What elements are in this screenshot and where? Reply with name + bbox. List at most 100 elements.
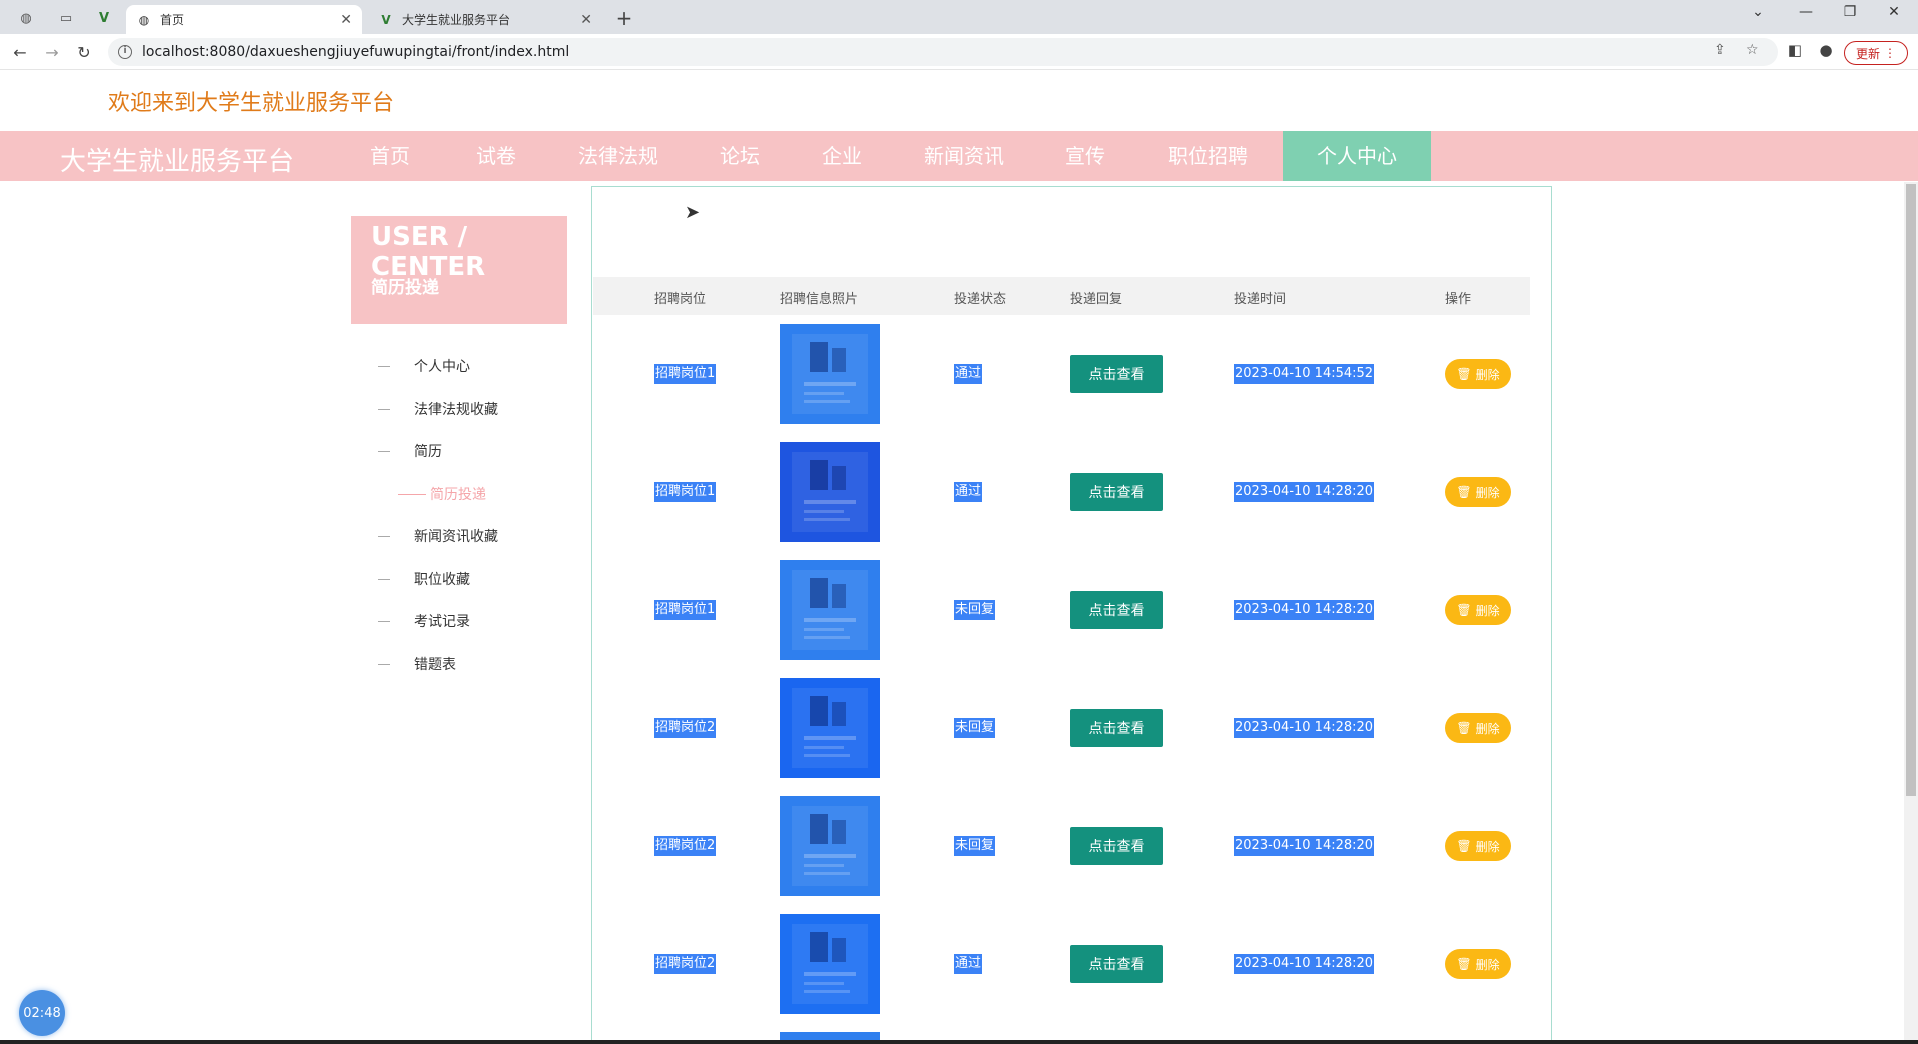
nav-item-exam[interactable]: 试卷 bbox=[446, 131, 546, 181]
delete-label: 删除 bbox=[1475, 721, 1500, 736]
recruit-photo-thumbnail[interactable] bbox=[780, 324, 880, 424]
vue-logo-icon: V bbox=[381, 12, 391, 27]
view-reply-button[interactable]: 点击查看 bbox=[1070, 473, 1163, 511]
view-reply-button[interactable]: 点击查看 bbox=[1070, 355, 1163, 393]
tab-title: 大学生就业服务平台 bbox=[402, 13, 511, 27]
close-icon[interactable]: ✕ bbox=[340, 12, 352, 28]
delete-button[interactable]: 🗑 删除 bbox=[1445, 949, 1511, 979]
cell-status: 未回复 bbox=[954, 718, 996, 738]
nav-item-forum[interactable]: 论坛 bbox=[690, 131, 790, 181]
poster-image-icon bbox=[792, 452, 868, 532]
sidebar-item-exam-records[interactable]: 考试记录 bbox=[378, 611, 470, 631]
minimize-button[interactable]: — bbox=[1786, 4, 1826, 20]
sidebar-item-job-favorites[interactable]: 职位收藏 bbox=[378, 569, 470, 589]
delete-button[interactable]: 🗑 删除 bbox=[1445, 831, 1511, 861]
poster-image-icon bbox=[792, 924, 868, 1004]
vue-logo-icon[interactable]: V bbox=[90, 6, 118, 30]
table-header: 招聘岗位 招聘信息照片 投递状态 投递回复 投递时间 操作 bbox=[593, 277, 1530, 315]
close-icon[interactable]: ✕ bbox=[580, 12, 592, 28]
recruit-photo-thumbnail[interactable] bbox=[780, 442, 880, 542]
tab-platform[interactable]: V 大学生就业服务平台 ✕ bbox=[368, 5, 602, 34]
cell-status: 未回复 bbox=[954, 600, 996, 620]
delete-label: 删除 bbox=[1475, 957, 1500, 972]
sidebar-item-wrong-questions[interactable]: 错题表 bbox=[378, 654, 456, 674]
star-icon[interactable]: ☆ bbox=[1746, 42, 1759, 58]
cell-position: 招聘岗位2 bbox=[654, 954, 717, 974]
cell-position: 招聘岗位2 bbox=[654, 836, 717, 856]
delete-button[interactable]: 🗑 删除 bbox=[1445, 477, 1511, 507]
recruit-photo-thumbnail[interactable] bbox=[780, 796, 880, 896]
tab-home[interactable]: ◍ 首页 ✕ bbox=[126, 5, 362, 34]
sidebar-item-resume[interactable]: 简历 bbox=[378, 441, 442, 461]
poster-image-icon bbox=[792, 334, 868, 414]
trash-icon: 🗑 bbox=[1456, 957, 1472, 971]
update-button[interactable]: 更新 ⋮ bbox=[1844, 41, 1908, 65]
recruit-photo-thumbnail[interactable] bbox=[780, 914, 880, 1014]
column-header-position: 招聘岗位 bbox=[654, 292, 707, 307]
delete-label: 删除 bbox=[1475, 603, 1500, 618]
view-reply-button[interactable]: 点击查看 bbox=[1070, 827, 1163, 865]
poster-image-icon bbox=[792, 688, 868, 768]
view-reply-button[interactable]: 点击查看 bbox=[1070, 945, 1163, 983]
cell-status: 通过 bbox=[954, 364, 983, 384]
cell-time: 2023-04-10 14:28:20 bbox=[1234, 954, 1375, 974]
sidebar-item-resume-delivery[interactable]: 简历投递 bbox=[398, 484, 486, 504]
view-reply-button[interactable]: 点击查看 bbox=[1070, 591, 1163, 629]
profile-icon[interactable]: ● bbox=[1815, 41, 1837, 59]
column-header-photo: 招聘信息照片 bbox=[780, 292, 859, 307]
reload-icon[interactable]: ↻ bbox=[72, 40, 96, 64]
trash-icon: 🗑 bbox=[1456, 721, 1472, 735]
cell-position: 招聘岗位1 bbox=[654, 482, 717, 502]
cell-time: 2023-04-10 14:28:20 bbox=[1234, 600, 1375, 620]
close-window-button[interactable]: ✕ bbox=[1874, 4, 1914, 20]
info-icon[interactable]: i bbox=[118, 45, 132, 59]
nav-item-home[interactable]: 首页 bbox=[340, 131, 440, 181]
blank-tab-icon[interactable]: ▭ bbox=[52, 6, 80, 30]
recruit-photo-thumbnail[interactable] bbox=[780, 678, 880, 778]
update-label: 更新 bbox=[1855, 46, 1880, 61]
brand-title: 大学生就业服务平台 bbox=[60, 147, 295, 177]
delete-button[interactable]: 🗑 删除 bbox=[1445, 359, 1511, 389]
sidebar-item-law-favorites[interactable]: 法律法规收藏 bbox=[378, 399, 498, 419]
column-header-time: 投递时间 bbox=[1234, 292, 1287, 307]
nav-item-company[interactable]: 企业 bbox=[792, 131, 892, 181]
delete-button[interactable]: 🗑 删除 bbox=[1445, 595, 1511, 625]
cell-status: 通过 bbox=[954, 482, 983, 502]
scrollbar-thumb[interactable] bbox=[1906, 184, 1916, 796]
new-tab-button[interactable]: + bbox=[612, 6, 636, 30]
welcome-text: 欢迎来到大学生就业服务平台 bbox=[108, 91, 395, 116]
nav-item-promo[interactable]: 宣传 bbox=[1035, 131, 1135, 181]
nav-item-user-center[interactable]: 个人中心 bbox=[1283, 131, 1431, 181]
back-arrow-icon[interactable]: ← bbox=[8, 40, 32, 64]
address-bar[interactable]: i localhost:8080/daxueshengjiuyefuwuping… bbox=[108, 38, 1778, 66]
delete-label: 删除 bbox=[1475, 485, 1500, 500]
globe-icon: ◍ bbox=[138, 12, 150, 27]
delete-label: 删除 bbox=[1475, 839, 1500, 854]
restore-button[interactable]: ❐ bbox=[1830, 4, 1870, 20]
nav-item-jobs[interactable]: 职位招聘 bbox=[1148, 131, 1268, 181]
delete-button[interactable]: 🗑 删除 bbox=[1445, 713, 1511, 743]
cell-position: 招聘岗位1 bbox=[654, 600, 717, 620]
recruit-photo-thumbnail[interactable] bbox=[780, 560, 880, 660]
nav-item-laws[interactable]: 法律法规 bbox=[560, 131, 676, 181]
sidebar-item-news-favorites[interactable]: 新闻资讯收藏 bbox=[378, 526, 498, 546]
side-panel-icon[interactable]: ◧ bbox=[1784, 41, 1806, 59]
recruit-photo-thumbnail[interactable] bbox=[780, 1032, 880, 1040]
cell-position: 招聘岗位1 bbox=[654, 364, 717, 384]
timer-badge: 02:48 bbox=[19, 990, 65, 1036]
column-header-status: 投递状态 bbox=[954, 292, 1007, 307]
user-center-subtitle: 简历投递 bbox=[371, 278, 439, 298]
delete-label: 删除 bbox=[1475, 367, 1500, 382]
taskbar-edge bbox=[0, 1040, 1918, 1044]
cell-time: 2023-04-10 14:54:52 bbox=[1234, 364, 1375, 384]
column-header-reply: 投递回复 bbox=[1070, 292, 1123, 307]
share-icon[interactable]: ⇪ bbox=[1714, 42, 1726, 58]
view-reply-button[interactable]: 点击查看 bbox=[1070, 709, 1163, 747]
sidebar-item-profile[interactable]: 个人中心 bbox=[378, 356, 470, 376]
trash-icon: 🗑 bbox=[1456, 485, 1472, 499]
cell-time: 2023-04-10 14:28:20 bbox=[1234, 718, 1375, 738]
forward-arrow-icon[interactable]: → bbox=[40, 40, 64, 64]
globe-icon[interactable]: ◍ bbox=[12, 6, 40, 30]
chevron-down-icon[interactable]: ⌄ bbox=[1738, 4, 1778, 20]
nav-item-news[interactable]: 新闻资讯 bbox=[904, 131, 1024, 181]
